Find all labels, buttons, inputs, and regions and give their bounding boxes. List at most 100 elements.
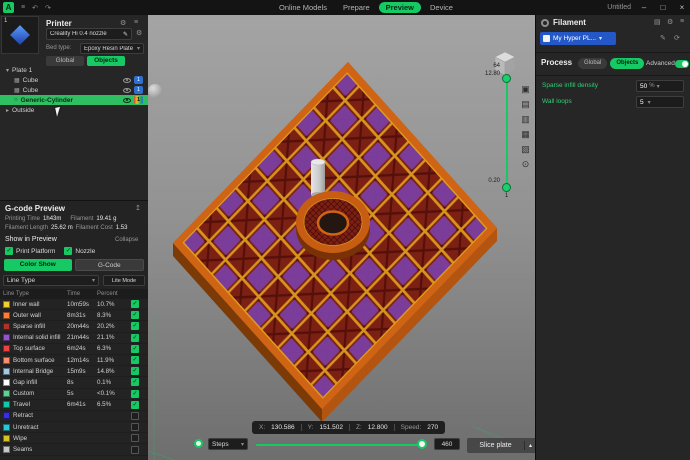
line-type-checkbox[interactable]: ✓ xyxy=(131,446,139,454)
steps-slider-handle[interactable] xyxy=(417,439,427,449)
spinner-icon[interactable]: ▾ xyxy=(648,99,651,106)
line-type-checkbox[interactable]: ✓ xyxy=(131,322,139,330)
bed-type-select[interactable]: Epoxy Resin Plate ▾ xyxy=(80,43,144,54)
line-type-checkbox[interactable]: ✓ xyxy=(131,311,139,319)
spinner-icon[interactable]: ▾ xyxy=(657,83,660,90)
line-type-dropdown[interactable]: Line Type ▾ xyxy=(3,275,99,286)
print-platform-checkbox[interactable]: ✓ xyxy=(5,247,13,255)
expand-arrow-icon[interactable]: ▾ xyxy=(6,67,9,74)
line-type-checkbox[interactable]: ✓ xyxy=(131,334,139,342)
redo-icon[interactable]: ↷ xyxy=(45,4,51,12)
steps-value-box[interactable]: 460 xyxy=(434,438,460,450)
visibility-eye-icon[interactable] xyxy=(123,78,131,83)
line-type-checkbox[interactable]: ✓ xyxy=(131,378,139,386)
steps-slider-track[interactable] xyxy=(256,444,424,446)
play-animation-button[interactable] xyxy=(194,439,203,448)
viewport-canvas[interactable] xyxy=(148,15,535,460)
printer-menu-icon[interactable]: ≡ xyxy=(134,19,138,26)
maximize-button[interactable]: □ xyxy=(657,3,669,12)
tree-item-outside[interactable]: ▸ Outside xyxy=(0,105,148,115)
table-row[interactable]: Unretract ✓ xyxy=(0,422,148,433)
tree-item-cube-2[interactable]: ▦ Cube 1 xyxy=(0,85,148,95)
line-type-checkbox[interactable]: ✓ xyxy=(131,300,139,308)
wall-loops-input[interactable]: 5 ▾ xyxy=(636,96,684,108)
table-row[interactable]: Wipe ✓ xyxy=(0,433,148,444)
minimize-button[interactable]: – xyxy=(638,3,650,12)
app-logo[interactable]: A xyxy=(3,2,14,13)
line-type-checkbox[interactable]: ✓ xyxy=(131,412,139,420)
table-row[interactable]: Internal Bridge 15m9s 14.8% ✓ xyxy=(0,366,148,377)
line-type-checkbox[interactable]: ✓ xyxy=(131,423,139,431)
line-type-checkbox[interactable]: ✓ xyxy=(131,345,139,353)
filament-preset-select[interactable]: My Hyper PL... ▾ xyxy=(540,32,616,45)
line-type-checkbox[interactable]: ✓ xyxy=(131,401,139,409)
collapse-button[interactable]: Collapse xyxy=(115,237,138,243)
printer-preset-select[interactable]: Creality Hi 0.4 nozzle ✎ xyxy=(46,28,132,40)
undo-icon[interactable]: ↶ xyxy=(32,4,38,12)
table-row[interactable]: Gap infill 8s 0.1% ✓ xyxy=(0,377,148,388)
tab-preview[interactable]: Preview xyxy=(379,2,421,13)
printer-config-icon[interactable]: ⚙ xyxy=(136,29,142,37)
export-gcode-icon[interactable]: ↥ xyxy=(135,204,141,212)
tree-item-plate[interactable]: ▾ Plate 1 xyxy=(0,65,148,75)
layer-slider-bottom-handle[interactable] xyxy=(502,183,511,192)
edit-filament-icon[interactable]: ✎ xyxy=(660,34,666,42)
prime-tower[interactable] xyxy=(311,159,325,198)
advanced-toggle[interactable] xyxy=(675,60,689,68)
steps-dropdown[interactable]: Steps ▾ xyxy=(208,438,248,450)
table-row[interactable]: Custom 5s <0.1% ✓ xyxy=(0,389,148,400)
layer-slider-top-handle[interactable] xyxy=(502,74,511,83)
color-show-button[interactable]: Color Show xyxy=(4,259,72,271)
table-row[interactable]: Seams ✓ xyxy=(0,444,148,455)
table-row[interactable]: Inner wall 10m59s 10.7% ✓ xyxy=(0,299,148,310)
filament-list-icon[interactable]: ▤ xyxy=(654,18,661,26)
viewport-3d[interactable]: ▣ ▤ ▥ ▦ ▧ ⊙ 64 12.80 0.20 1 X: 130.586 Y… xyxy=(148,15,535,460)
close-button[interactable]: × xyxy=(676,3,688,12)
sync-filament-icon[interactable]: ⟳ xyxy=(674,34,680,42)
view-layers-icon[interactable]: ▤ xyxy=(519,98,532,111)
outside-object[interactable] xyxy=(148,84,162,98)
main-menu-icon[interactable]: ≡ xyxy=(21,4,25,11)
process-tab-objects[interactable]: Objects xyxy=(610,58,644,69)
view-focus-icon[interactable]: ⊙ xyxy=(519,158,532,171)
tab-online-models[interactable]: Online Models xyxy=(272,0,334,15)
filament-badge[interactable]: 1 xyxy=(134,76,143,84)
tab-device[interactable]: Device xyxy=(423,0,460,15)
view-grid-icon[interactable]: ▦ xyxy=(519,128,532,141)
slice-plate-button[interactable]: Slice plate ▴ xyxy=(467,438,536,453)
sparse-infill-density-input[interactable]: 50 % ▾ xyxy=(636,80,684,92)
view-slice-icon[interactable]: ▣ xyxy=(519,83,532,96)
table-row[interactable]: Sparse infill 20m44s 20.2% ✓ xyxy=(0,321,148,332)
collapse-arrow-icon[interactable]: ▸ xyxy=(6,107,9,114)
line-type-checkbox[interactable]: ✓ xyxy=(131,367,139,375)
line-type-checkbox[interactable]: ✓ xyxy=(131,356,139,364)
gcode-view-button[interactable]: G-Code xyxy=(75,259,145,271)
model-ring[interactable] xyxy=(296,191,370,260)
filament-badge-multicolor[interactable]: 1 xyxy=(134,96,143,104)
tab-prepare[interactable]: Prepare xyxy=(336,0,377,15)
filament-settings-icon[interactable]: ⚙ xyxy=(667,18,673,26)
process-tab-global[interactable]: Global xyxy=(578,58,607,69)
table-row[interactable]: Retract ✓ xyxy=(0,411,148,422)
plate-thumbnail[interactable]: 1 xyxy=(1,16,39,54)
layer-slider-track[interactable] xyxy=(506,78,508,188)
panel-menu-icon[interactable]: ≡ xyxy=(680,18,684,25)
lite-mode-button[interactable]: Lite Mode xyxy=(103,275,145,286)
printer-settings-icon[interactable]: ⚙ xyxy=(120,19,126,27)
table-row[interactable]: Top surface 6m24s 6.3% ✓ xyxy=(0,344,148,355)
table-row[interactable]: Bottom surface 12m14s 11.9% ✓ xyxy=(0,355,148,366)
line-type-checkbox[interactable]: ✓ xyxy=(131,434,139,442)
view-shell-icon[interactable]: ▧ xyxy=(519,143,532,156)
table-row[interactable]: Outer wall 8m31s 8.3% ✓ xyxy=(0,310,148,321)
tree-item-generic-cylinder[interactable]: ○ Generic-Cylinder 1 xyxy=(0,95,148,105)
visibility-eye-icon[interactable] xyxy=(123,88,131,93)
line-type-checkbox[interactable]: ✓ xyxy=(131,390,139,398)
view-lines-icon[interactable]: ▥ xyxy=(519,113,532,126)
edit-printer-icon[interactable]: ✎ xyxy=(123,31,128,38)
tree-item-cube-1[interactable]: ▦ Cube 1 xyxy=(0,75,148,85)
table-row[interactable]: Internal solid infill 21m44s 21.1% ✓ xyxy=(0,333,148,344)
visibility-eye-icon[interactable] xyxy=(123,98,131,103)
filament-badge[interactable]: 1 xyxy=(134,86,143,94)
nozzle-checkbox[interactable]: ✓ xyxy=(64,247,72,255)
table-row[interactable]: Travel 6m41s 6.5% ✓ xyxy=(0,400,148,411)
